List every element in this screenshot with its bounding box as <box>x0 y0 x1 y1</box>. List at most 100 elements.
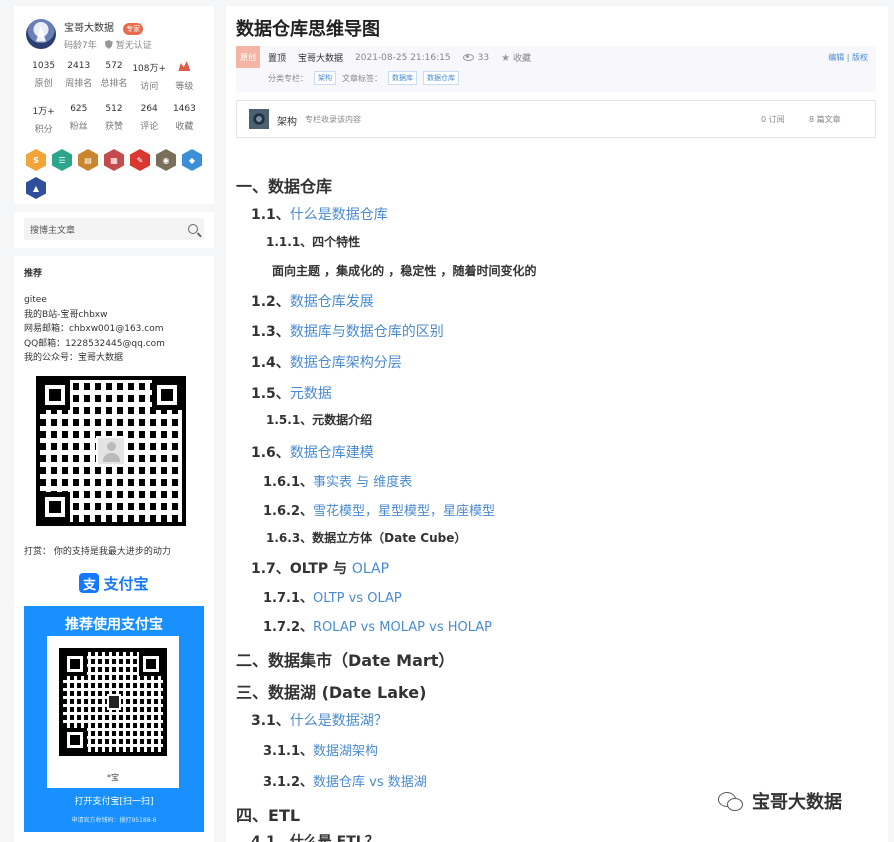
toc-item[interactable]: 1.1、什么是数据仓库 <box>251 204 388 224</box>
toc-text[interactable]: 数据仓库 vs 数据湖 <box>313 775 427 790</box>
recommend-line: 我的公众号：宝哥大数据 <box>24 353 124 363</box>
toc-text: 数据仓库 <box>268 177 333 196</box>
toc-number: 一、 <box>236 177 269 196</box>
recommend-title: 推荐 <box>24 269 43 279</box>
favorite-button[interactable]: ★ 收藏 <box>501 51 531 64</box>
toc-item[interactable]: 1.7.1、OLTP vs OLAP <box>263 587 402 606</box>
toc-item[interactable]: 1.1.1、四个特性 <box>266 233 360 250</box>
book-medal-icon[interactable]: ▤ <box>78 149 98 171</box>
toc-text[interactable]: 数据湖架构 <box>313 744 378 759</box>
author-link[interactable]: 宝哥大数据 <box>298 51 343 64</box>
stat-item[interactable]: 625 粉丝 <box>61 104 96 135</box>
stat-value: 264 <box>140 104 158 114</box>
copyright-link[interactable]: 版权 <box>852 53 868 62</box>
toc-item[interactable]: 1.4、数据仓库架构分层 <box>251 352 402 372</box>
stat-item[interactable]: 572 总排名 <box>96 61 131 92</box>
toc-item[interactable]: 四、ETL <box>236 802 300 826</box>
toc-item[interactable]: 面向主题 ，集成化的 ，稳定性 ，随着时间变化的 <box>272 262 537 279</box>
stat-value: 625 <box>70 104 88 114</box>
author-name[interactable]: 宝哥大数据 <box>64 23 114 34</box>
list-medal-icon[interactable]: ☰ <box>52 149 72 171</box>
toc-number: 1.5、 <box>251 386 290 402</box>
toc-item[interactable]: 1.6、数据仓库建模 <box>251 442 374 462</box>
toc-item[interactable]: 1.7.2、ROLAP vs MOLAP vs HOLAP <box>263 616 492 635</box>
toc-text[interactable]: 数据库与数据仓库的区别 <box>290 324 444 340</box>
toc-item[interactable]: 4.1、什么是 ETL？ <box>251 831 379 842</box>
toc-item[interactable]: 3.1.2、数据仓库 vs 数据湖 <box>263 771 427 790</box>
toc-item[interactable]: 3.1、什么是数据湖？ <box>251 710 388 730</box>
s-medal-icon[interactable]: S <box>26 149 46 171</box>
stat-label: 访问 <box>140 82 159 92</box>
recommend-line: QQ邮箱：1228532445@qq.com <box>24 338 165 349</box>
search-input[interactable]: 搜博主文章 <box>24 218 204 240</box>
alipay-logo-text: 支付宝 <box>103 574 149 593</box>
toc-number: 1.6、 <box>251 445 290 461</box>
toc-number: 三、 <box>236 683 269 702</box>
toc-text: ETL <box>268 806 301 825</box>
toc-item[interactable]: 3.1.1、数据湖架构 <box>263 740 378 759</box>
stats-grid: 1035 原创 2413 周排名 572 总排名 108万+ 访问 等级 1万+ 积分 625 粉丝 51… <box>26 61 202 135</box>
stat-label: 周排名 <box>65 79 93 89</box>
pen-medal-icon[interactable]: ✎ <box>130 149 150 171</box>
article-tag[interactable]: 数据库 <box>388 71 417 85</box>
toc-item[interactable]: 1.2、数据仓库发展 <box>251 291 374 311</box>
stat-label: 评论 <box>140 122 159 132</box>
stat-item[interactable]: 264 评论 <box>132 104 167 135</box>
toc-item[interactable]: 1.5、元数据 <box>251 383 332 403</box>
toc-item[interactable]: 一、数据仓库 <box>236 173 332 197</box>
toc-item[interactable]: 1.3、数据库与数据仓库的区别 <box>251 321 444 341</box>
toc-text[interactable]: 数据仓库建模 <box>290 445 374 461</box>
toc-text-link[interactable]: OLAP <box>352 561 389 577</box>
search-placeholder: 搜博主文章 <box>30 225 76 236</box>
toc-text[interactable]: 雪花模型，星型模型，星座模型 <box>313 504 495 519</box>
stat-item[interactable]: 1万+ 积分 <box>26 104 61 135</box>
toc-text[interactable]: 数据仓库架构分层 <box>290 355 402 371</box>
toc-item[interactable]: 1.6.2、雪花模型，星型模型，星座模型 <box>263 500 495 519</box>
toc-text[interactable]: 什么是数据仓库 <box>290 207 388 223</box>
toc-number: 1.6.2、 <box>263 504 314 519</box>
toc-text[interactable]: 什么是数据湖？ <box>290 713 388 729</box>
column-tag[interactable]: 架构 <box>314 71 336 85</box>
toc-text[interactable]: 数据仓库发展 <box>290 294 374 310</box>
diamond-medal-icon[interactable]: ◆ <box>182 149 202 171</box>
tags-label: 文章标签： <box>342 73 382 83</box>
toc-text[interactable]: OLTP vs OLAP <box>313 591 402 606</box>
view-count-value: 33 <box>477 52 490 63</box>
years-medal-icon[interactable]: ◉ <box>156 149 176 171</box>
column-box[interactable]: 架构 专栏收录该内容 0 订阅 8 篇文章 <box>236 100 876 138</box>
stat-item[interactable]: 108万+ 访问 <box>132 61 167 92</box>
recommend-line[interactable]: gitee <box>24 293 204 308</box>
toc-item[interactable]: 1.6.3、数据立方体（Date Cube） <box>266 529 466 546</box>
watermark-text: 宝哥大数据 <box>752 792 842 813</box>
avatar[interactable] <box>26 18 56 49</box>
stat-item[interactable]: 2413 周排名 <box>61 61 96 92</box>
stat-item[interactable]: 1463 收藏 <box>167 104 202 135</box>
certification: 暂无认证 <box>104 38 152 51</box>
article-tag[interactable]: 数据仓库 <box>423 71 459 85</box>
shield-icon <box>104 40 113 49</box>
stat-label: 总排名 <box>100 79 128 89</box>
stat-item[interactable]: 1035 原创 <box>26 61 61 92</box>
toc-text: 数据立方体（Date Cube） <box>312 531 467 545</box>
code-age: 码龄7年 <box>64 41 97 51</box>
stat-item[interactable]: 等级 <box>167 61 202 92</box>
search-icon[interactable] <box>188 224 198 234</box>
toc-item[interactable]: 1.5.1、元数据介绍 <box>266 411 372 428</box>
stat-item[interactable]: 512 获赞 <box>96 104 131 135</box>
toc-text[interactable]: 事实表 与 维度表 <box>313 475 412 490</box>
top-label: 置顶 <box>268 54 287 64</box>
column-name[interactable]: 架构 <box>277 113 297 128</box>
calendar-medal-icon[interactable]: ▦ <box>104 149 124 171</box>
alipay-footer: 申请官方收钱码：拨打95188-6 <box>71 816 157 824</box>
alipay-card-title: 推荐使用支付宝 <box>65 616 163 633</box>
stat-label: 积分 <box>34 125 53 135</box>
toc-item[interactable]: 1.6.1、事实表 与 维度表 <box>263 471 412 490</box>
favorite-label: 收藏 <box>513 54 532 64</box>
toc-item[interactable]: 1.7、OLTP 与 OLAP <box>251 558 389 578</box>
toc-text[interactable]: ROLAP vs MOLAP vs HOLAP <box>313 620 492 635</box>
toc-item[interactable]: 二、数据集市（Date Mart） <box>236 647 454 671</box>
edit-link[interactable]: 编辑 <box>828 53 844 62</box>
rocket-medal-icon[interactable]: ▲ <box>26 177 46 199</box>
toc-item[interactable]: 三、数据湖 (Date Lake) <box>236 679 426 703</box>
toc-text[interactable]: 元数据 <box>290 386 332 402</box>
